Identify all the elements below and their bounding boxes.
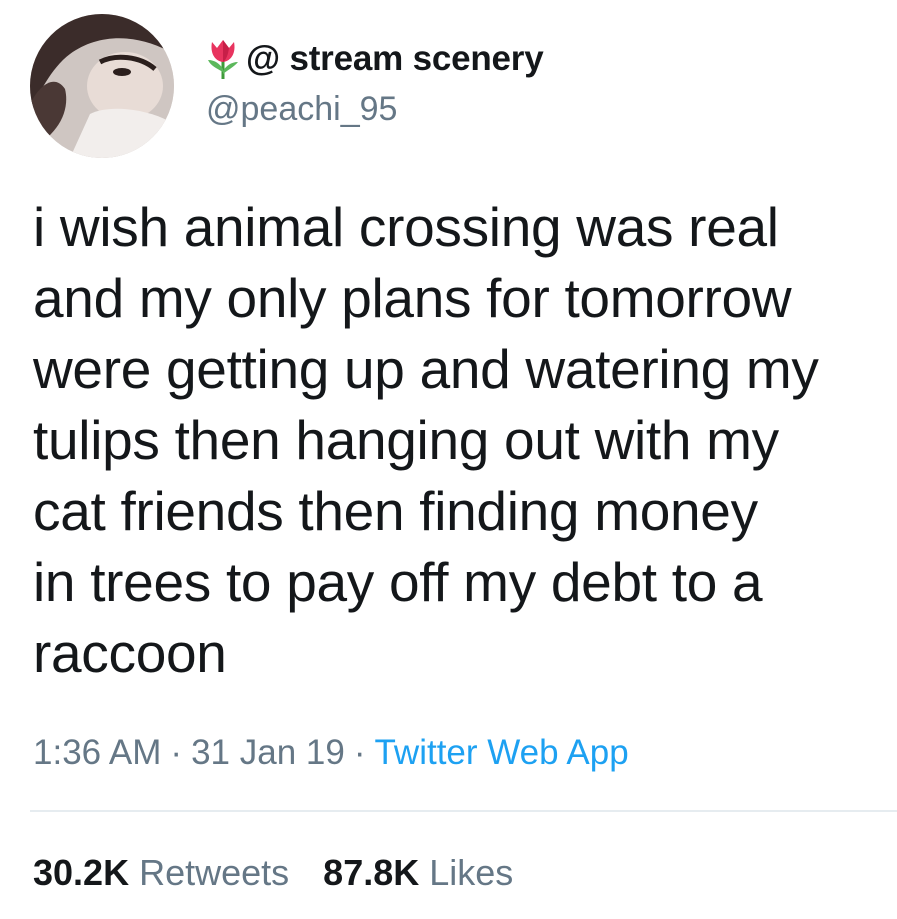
user-names: @ stream scenery @peachi_95	[206, 36, 544, 129]
retweets-label: Retweets	[139, 852, 290, 893]
user-handle[interactable]: @peachi_95	[206, 90, 544, 129]
tweet-text-line: raccoon	[33, 622, 227, 684]
tweet-time[interactable]: 1:36 AM	[33, 733, 161, 772]
display-name-row[interactable]: @ stream scenery	[206, 36, 544, 82]
meta-separator: ·	[170, 733, 183, 772]
tweet-text-line: were getting up and watering my	[33, 338, 819, 400]
avatar-image	[30, 14, 174, 158]
tweet-source-link[interactable]: Twitter Web App	[374, 733, 628, 772]
divider	[30, 810, 897, 812]
tweet-date[interactable]: 31 Jan 19	[191, 733, 345, 772]
tweet-text-line: tulips then hanging out with my	[33, 409, 779, 471]
retweets-count: 30.2K	[33, 852, 130, 893]
tweet-meta: 1:36 AM · 31 Jan 19 · Twitter Web App	[33, 733, 629, 773]
tweet-text-line: and my only plans for tomorrow	[33, 267, 792, 329]
likes-label: Likes	[429, 852, 514, 893]
display-name: @ stream scenery	[246, 39, 544, 78]
tulip-icon	[206, 38, 240, 80]
tweet-text-line: i wish animal crossing was real	[33, 196, 779, 258]
retweets-stat[interactable]: 30.2K Retweets	[33, 852, 289, 893]
tweet-stats: 30.2K Retweets 87.8K Likes	[33, 852, 513, 894]
tweet-text-line: cat friends then finding money	[33, 480, 758, 542]
tweet-text: i wish animal crossing was real and my o…	[33, 192, 883, 689]
tweet-text-line: in trees to pay off my debt to a	[33, 551, 763, 613]
tweet: @ stream scenery @peachi_95 i wish anima…	[0, 0, 897, 919]
tweet-header: @ stream scenery @peachi_95	[30, 14, 870, 160]
likes-count: 87.8K	[323, 852, 420, 893]
likes-stat[interactable]: 87.8K Likes	[323, 852, 513, 893]
avatar[interactable]	[30, 14, 174, 158]
meta-separator: ·	[353, 733, 366, 772]
